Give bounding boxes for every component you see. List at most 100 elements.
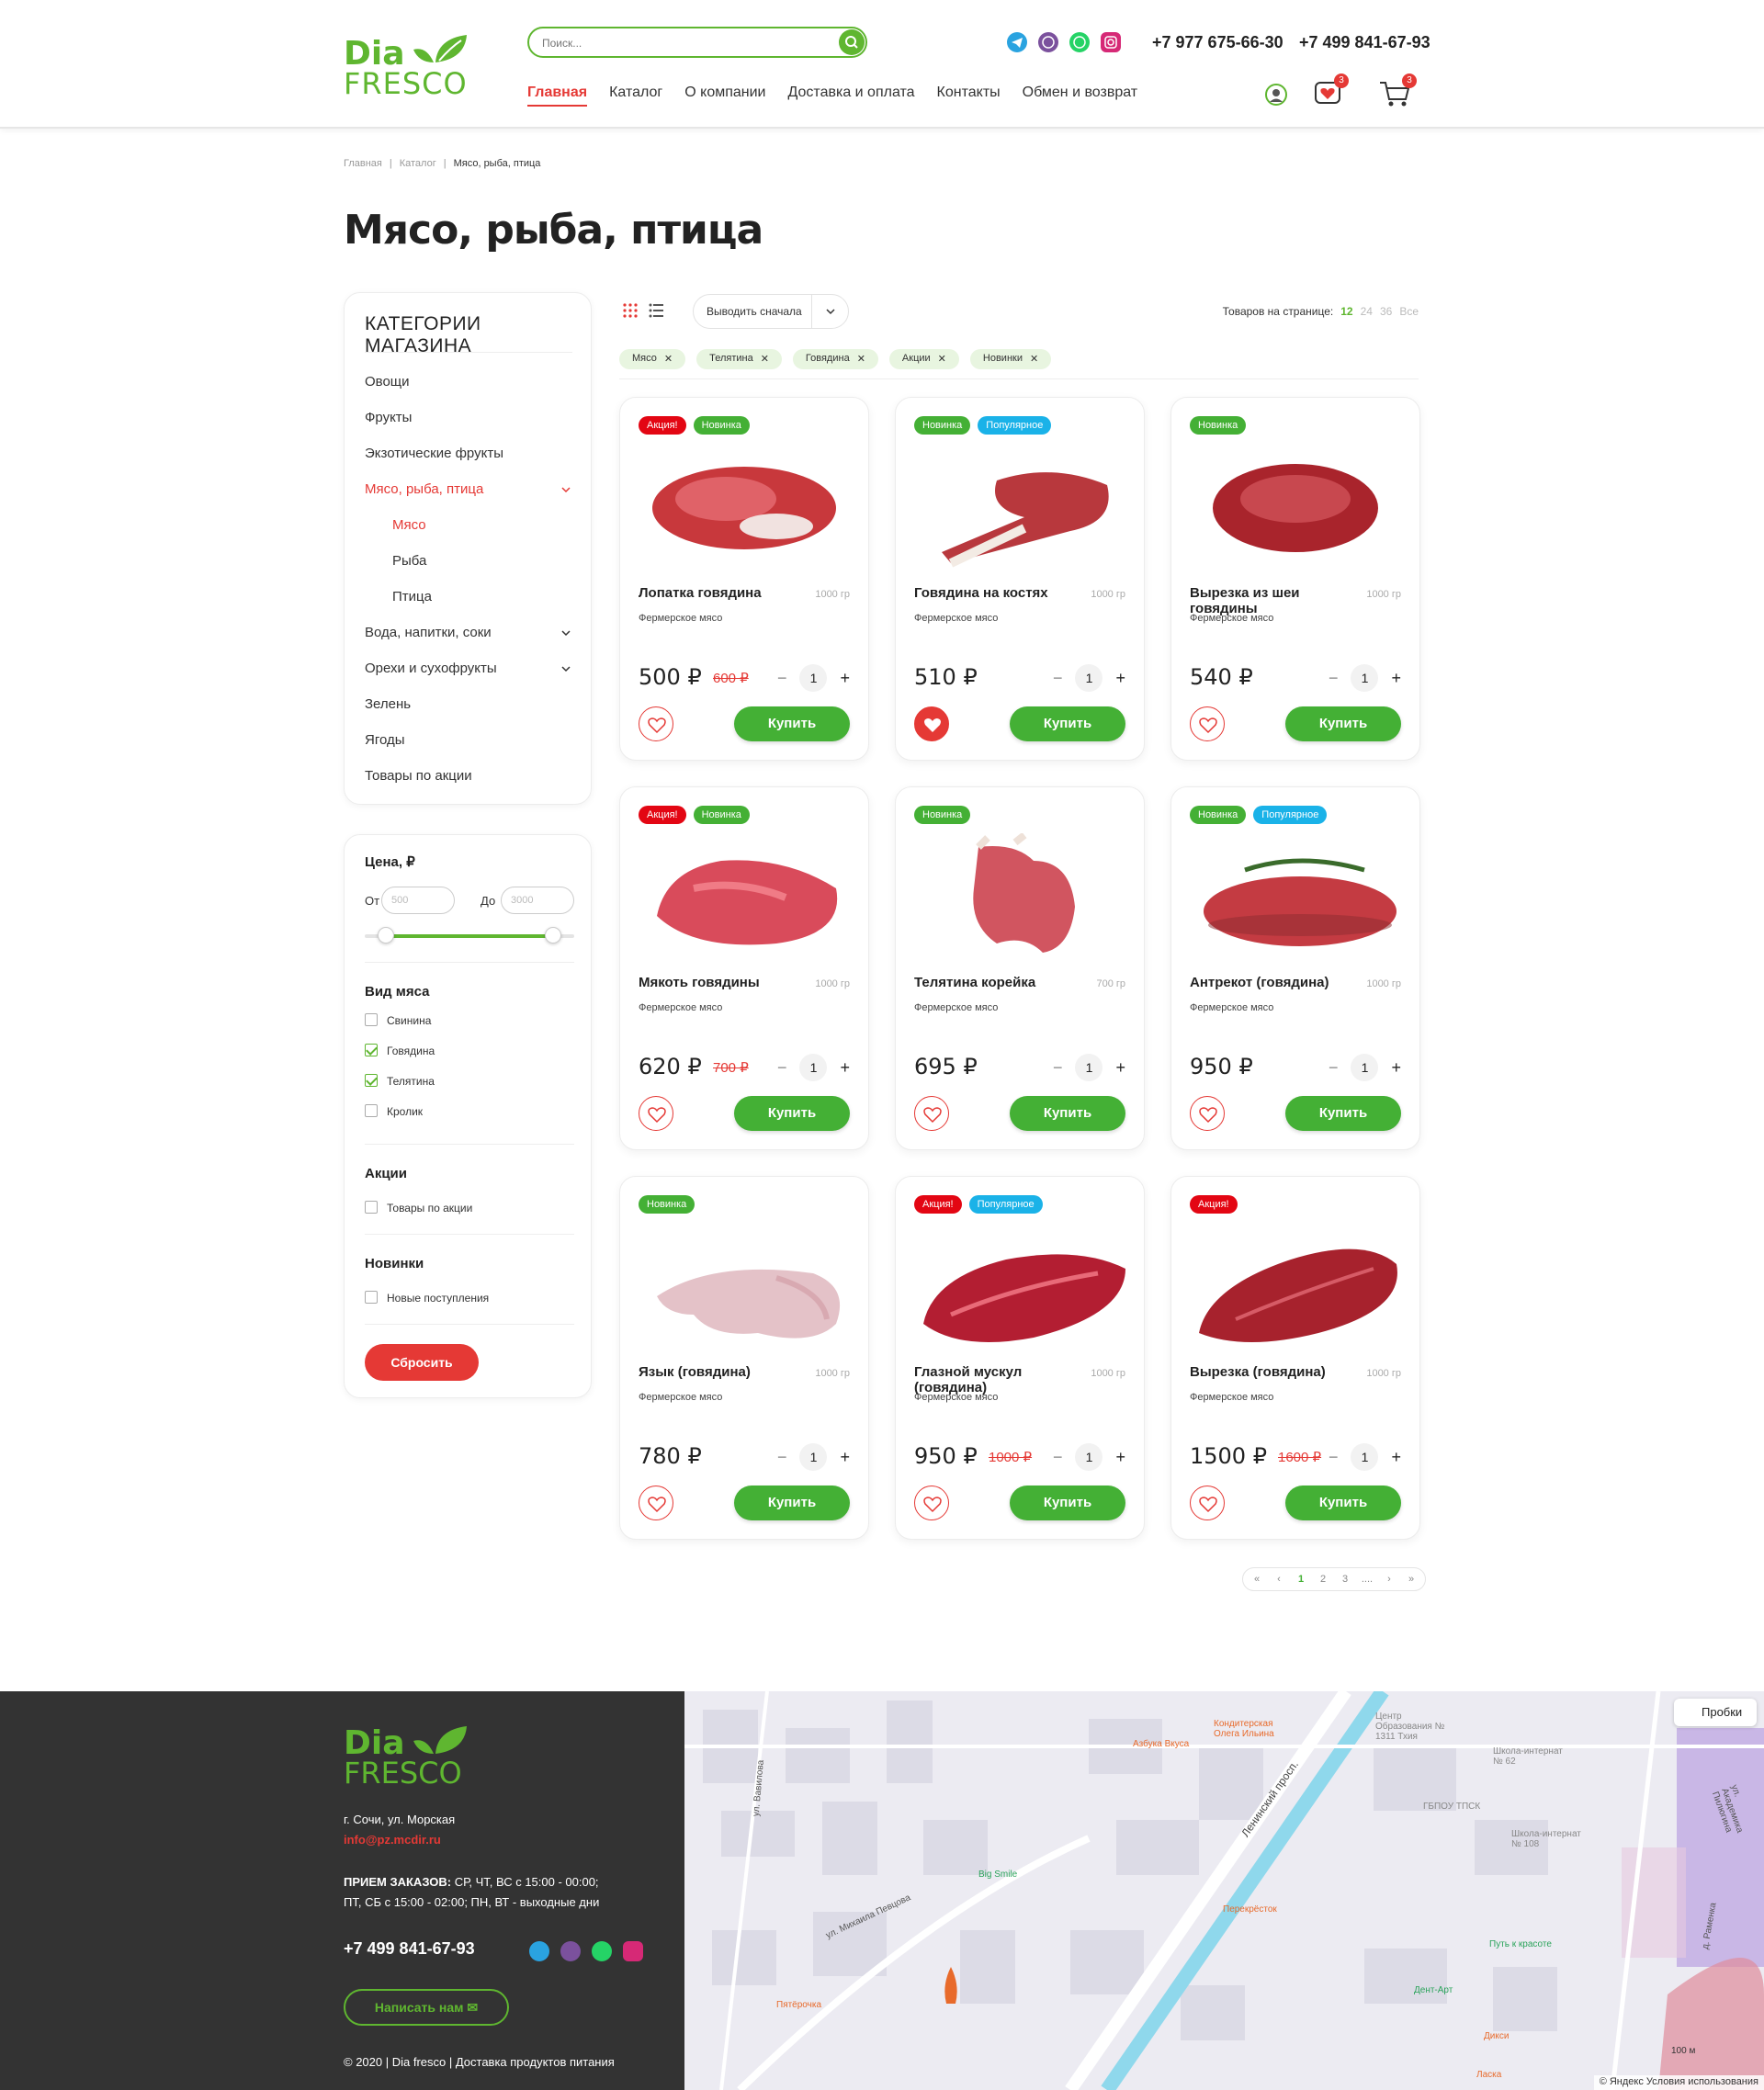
product-card[interactable]: Новинка Популярное Антрекот (говядина) 1000… [1170, 786, 1420, 1150]
price-range-min-handle[interactable] [377, 927, 394, 943]
quantity-value[interactable]: 1 [1075, 1443, 1103, 1471]
buy-button[interactable]: Купить [1285, 1096, 1401, 1131]
nav-catalog[interactable]: Каталог [609, 85, 662, 107]
subcategory-item-active[interactable]: Мясо [392, 517, 426, 533]
quantity-value[interactable]: 1 [1075, 1054, 1103, 1081]
quantity-value[interactable]: 1 [799, 664, 828, 692]
product-card[interactable]: Акция! Новинка Лопатка говядина 1000 гр Ферм… [619, 397, 869, 761]
chevron-down-icon[interactable] [561, 664, 571, 673]
chevron-down-icon[interactable] [561, 628, 571, 638]
product-name[interactable]: Мякоть говядины [639, 975, 819, 990]
telegram-icon[interactable] [1007, 32, 1027, 52]
breadcrumb-home[interactable]: Главная [344, 158, 382, 169]
write-us-button[interactable]: Написать нам ✉ [344, 1989, 509, 2026]
favorite-button[interactable] [914, 1486, 949, 1520]
favorites-icon[interactable]: 3 [1314, 73, 1349, 111]
promo-checkbox[interactable] [365, 1201, 378, 1214]
list-view-icon[interactable] [649, 303, 663, 318]
breadcrumb-catalog[interactable]: Каталог [400, 158, 436, 169]
product-image[interactable] [639, 444, 850, 572]
category-item[interactable]: Фрукты [365, 410, 412, 425]
close-icon[interactable]: ✕ [1030, 353, 1038, 369]
plus-button[interactable]: + [840, 669, 850, 688]
favorite-button[interactable] [1190, 1096, 1225, 1131]
footer-email[interactable]: info@pz.mcdir.ru [344, 1833, 441, 1847]
map[interactable]: Азбука Вкуса Кондитерская Олега Ильина Ц… [684, 1691, 1764, 2090]
close-icon[interactable]: ✕ [857, 353, 865, 369]
product-image[interactable] [914, 833, 1125, 962]
product-image[interactable] [1190, 833, 1401, 962]
quantity-value[interactable]: 1 [799, 1443, 828, 1471]
product-card[interactable]: Новинка Язык (говядина) 1000 гр Фермерское … [619, 1176, 869, 1540]
plus-button[interactable]: + [1115, 669, 1125, 688]
quantity-value[interactable]: 1 [1075, 664, 1103, 692]
product-card[interactable]: Новинка Телятина корейка 700 гр Фермерское … [895, 786, 1145, 1150]
pagination-page[interactable]: .... [1357, 1569, 1377, 1589]
minus-button[interactable]: − [1329, 669, 1339, 688]
category-item[interactable]: Ягоды [365, 732, 405, 748]
minus-button[interactable]: − [1053, 1058, 1063, 1078]
favorite-button[interactable] [1190, 1486, 1225, 1520]
category-item[interactable]: Овощи [365, 374, 410, 390]
close-icon[interactable]: ✕ [761, 353, 769, 369]
price-range-max-handle[interactable] [545, 927, 562, 943]
favorite-button[interactable] [639, 1486, 673, 1520]
subcategory-item[interactable]: Птица [392, 589, 432, 604]
viber-icon[interactable] [1038, 32, 1058, 52]
product-name[interactable]: Язык (говядина) [639, 1364, 819, 1380]
meat-checkbox[interactable] [365, 1104, 378, 1117]
whatsapp-icon[interactable] [1069, 32, 1090, 52]
viber-icon[interactable] [560, 1941, 581, 1961]
per-page-option[interactable]: 36 [1380, 305, 1392, 318]
reset-filter-button[interactable]: Сбросить [365, 1344, 479, 1381]
category-item[interactable]: Экзотические фрукты [365, 446, 503, 461]
product-card[interactable]: Акция! Вырезка (говядина) 1000 гр Фермерско… [1170, 1176, 1420, 1540]
product-name[interactable]: Говядина на костях [914, 585, 1094, 601]
product-image[interactable] [639, 1223, 850, 1351]
map-poi[interactable]: Кондитерская Олега Ильина [1214, 1719, 1287, 1739]
per-page-option[interactable]: 12 [1340, 305, 1352, 318]
product-image[interactable] [1190, 444, 1401, 572]
close-icon[interactable]: ✕ [664, 353, 673, 369]
search-button[interactable] [839, 29, 865, 55]
product-name[interactable]: Вырезка (говядина) [1190, 1364, 1370, 1380]
per-page-option[interactable]: Все [1399, 305, 1419, 318]
cart-icon[interactable]: 3 [1378, 73, 1417, 113]
price-from-input[interactable]: 500 [381, 887, 455, 914]
plus-button[interactable]: + [1391, 669, 1401, 688]
pagination-arrow[interactable]: › [1379, 1569, 1399, 1589]
minus-button[interactable]: − [777, 1058, 787, 1078]
pagination-page[interactable]: 3 [1335, 1569, 1355, 1589]
plus-button[interactable]: + [1391, 1058, 1401, 1078]
product-image[interactable] [639, 833, 850, 962]
quantity-value[interactable]: 1 [799, 1054, 828, 1081]
pagination-arrow[interactable]: ‹ [1269, 1569, 1289, 1589]
buy-button[interactable]: Купить [1010, 1486, 1125, 1520]
grid-view-icon[interactable] [623, 303, 638, 318]
minus-button[interactable]: − [1053, 1448, 1063, 1467]
favorite-button[interactable] [639, 1096, 673, 1131]
instagram-icon[interactable] [1101, 32, 1121, 52]
pagination-page[interactable]: 2 [1313, 1569, 1333, 1589]
pagination-page[interactable]: 1 [1291, 1569, 1311, 1589]
map-poi[interactable]: Путь к красоте [1489, 1939, 1552, 1949]
nav-delivery[interactable]: Доставка и оплата [788, 85, 915, 107]
telegram-icon[interactable] [529, 1941, 549, 1961]
price-range-track[interactable] [365, 934, 574, 938]
favorite-button[interactable] [914, 706, 949, 741]
plus-button[interactable]: + [840, 1058, 850, 1078]
account-icon[interactable] [1264, 83, 1288, 111]
meat-checkbox[interactable] [365, 1013, 378, 1026]
category-item[interactable]: Вода, напитки, соки [365, 625, 492, 640]
product-name[interactable]: Телятина корейка [914, 975, 1094, 990]
pagination-arrow[interactable]: « [1247, 1569, 1267, 1589]
map-poi[interactable]: Перекрёсток [1223, 1904, 1277, 1915]
category-item[interactable]: Товары по акции [365, 768, 472, 784]
new-checkbox[interactable] [365, 1291, 378, 1304]
category-item-active[interactable]: Мясо, рыба, птица [365, 481, 483, 497]
price-to-input[interactable]: 3000 [501, 887, 574, 914]
product-card[interactable]: Акция! Новинка Мякоть говядины 1000 гр Ферме… [619, 786, 869, 1150]
minus-button[interactable]: − [1053, 669, 1063, 688]
close-icon[interactable]: ✕ [938, 353, 946, 369]
product-card[interactable]: Новинка Вырезка из шеи говядины 1000 гр Фер… [1170, 397, 1420, 761]
